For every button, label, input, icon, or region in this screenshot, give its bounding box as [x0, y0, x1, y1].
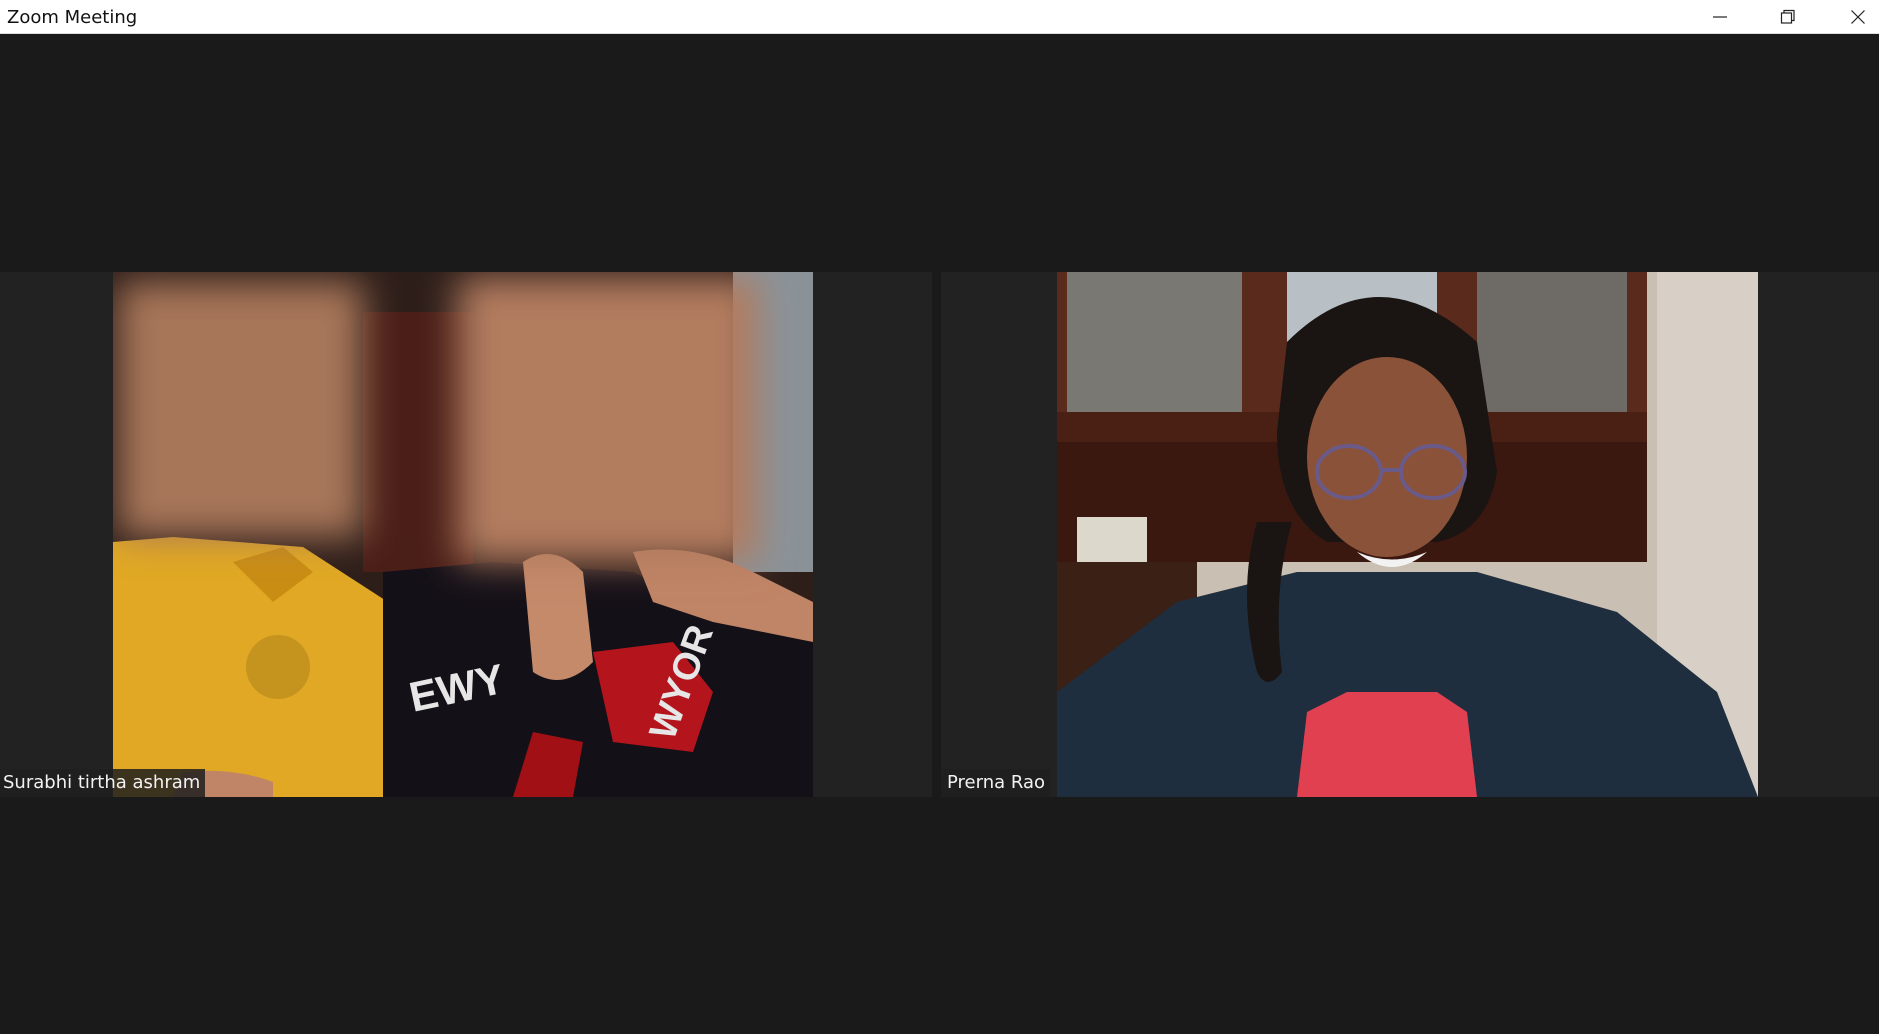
minimize-button[interactable]	[1692, 0, 1748, 34]
participant-name-label: Surabhi tirtha ashram	[0, 769, 206, 797]
gallery-view: EWY WYOR Surabhi tirtha ashram Prerna Ra…	[0, 34, 1879, 1034]
title-bar: Zoom Meeting	[0, 0, 1879, 34]
participant-name-label: Prerna Rao	[941, 769, 1051, 797]
close-icon	[1851, 10, 1865, 24]
video-feed-image: EWY WYOR	[113, 272, 813, 797]
participant-video	[1057, 272, 1758, 797]
video-feed-image	[1057, 272, 1758, 797]
close-button[interactable]	[1830, 0, 1879, 34]
window-title: Zoom Meeting	[7, 7, 138, 28]
minimize-icon	[1713, 16, 1727, 18]
participant-video: EWY WYOR	[113, 272, 813, 797]
participant-tile[interactable]: Prerna Rao	[941, 272, 1879, 797]
restore-button[interactable]	[1760, 0, 1816, 34]
participant-tile[interactable]: EWY WYOR Surabhi tirtha ashram	[0, 272, 932, 797]
restore-icon	[1780, 9, 1795, 24]
